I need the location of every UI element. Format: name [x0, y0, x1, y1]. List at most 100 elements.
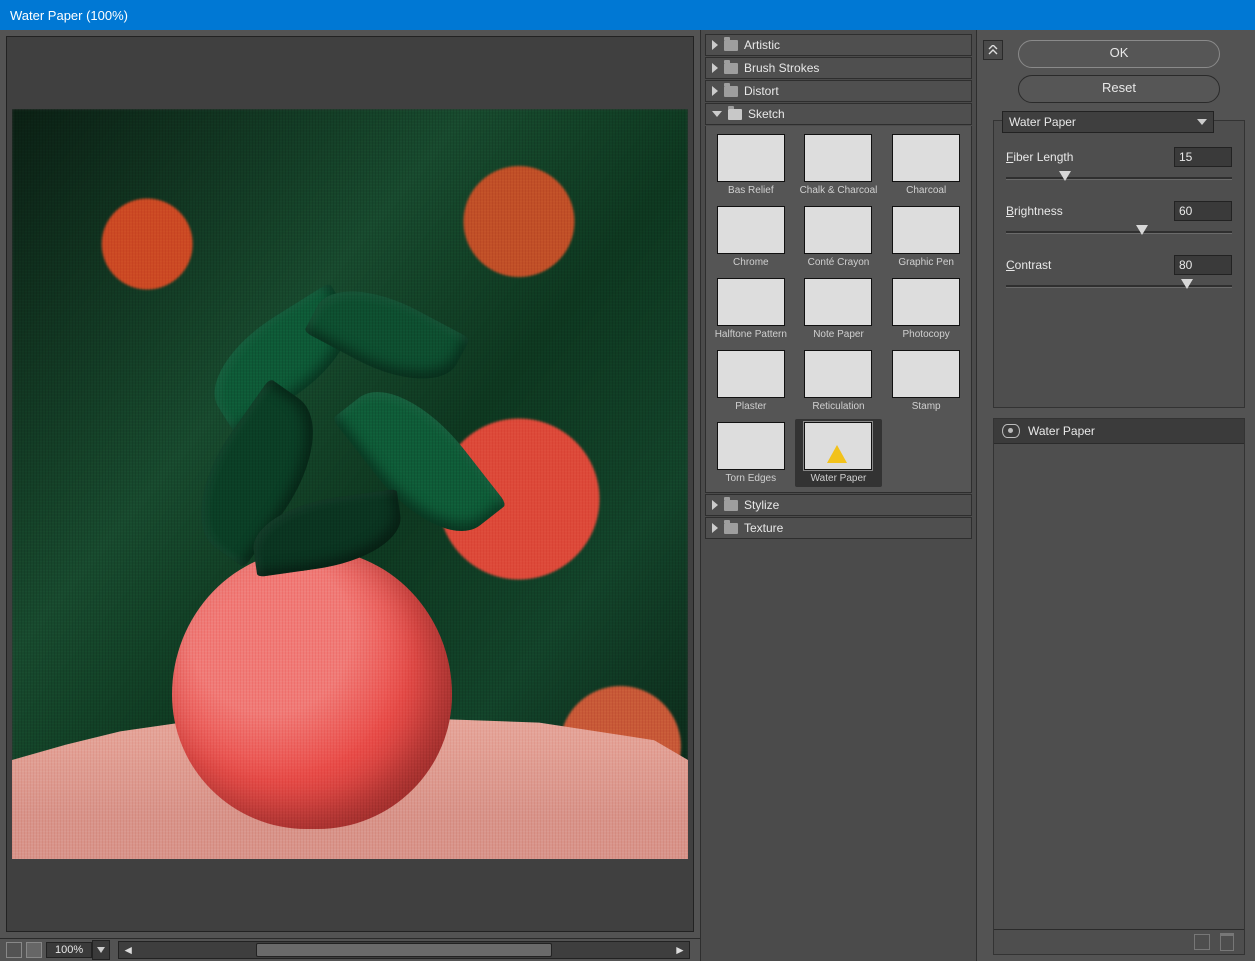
visibility-eye-icon[interactable]: [1002, 424, 1020, 438]
chevron-right-icon: [712, 523, 718, 533]
chevron-right-icon: [712, 40, 718, 50]
scroll-right-icon[interactable]: ►: [671, 943, 689, 957]
zoom-in-button[interactable]: [26, 942, 42, 958]
preview-footer: 100% ◄ ►: [0, 938, 700, 961]
thumb-label: Conté Crayon: [808, 257, 870, 268]
category-distort[interactable]: Distort: [705, 80, 972, 102]
fiber-length-input[interactable]: [1174, 147, 1232, 167]
horizontal-scrollbar[interactable]: ◄ ►: [118, 941, 690, 959]
filter-thumb-chalk-charcoal[interactable]: Chalk & Charcoal: [798, 134, 880, 196]
fiber-length-slider[interactable]: [1006, 171, 1232, 185]
category-sketch-body: Bas Relief Chalk & Charcoal Charcoal Chrome…: [705, 126, 972, 493]
new-effect-layer-button[interactable]: [1194, 934, 1210, 950]
filter-thumb-bas-relief[interactable]: Bas Relief: [710, 134, 792, 196]
thumb-label: Graphic Pen: [898, 257, 954, 268]
thumb-label: Note Paper: [813, 329, 864, 340]
chevron-down-icon: [1197, 119, 1207, 125]
thumb-image: [892, 278, 960, 326]
folder-icon: [724, 523, 738, 534]
thumb-label: Torn Edges: [726, 473, 777, 484]
effect-layer-name: Water Paper: [1028, 424, 1095, 438]
preview-pane: 100% ◄ ►: [0, 30, 701, 961]
filter-select-dropdown[interactable]: Water Paper: [1002, 111, 1214, 133]
filter-thumb-reticulation[interactable]: Reticulation: [798, 350, 880, 412]
category-label: Brush Strokes: [744, 61, 819, 75]
window-body: 100% ◄ ► Artistic: [0, 30, 1255, 961]
scroll-left-icon[interactable]: ◄: [119, 943, 137, 957]
thumb-image: [717, 206, 785, 254]
thumb-label: Reticulation: [812, 401, 864, 412]
category-label: Texture: [744, 521, 783, 535]
thumb-image: [717, 350, 785, 398]
filter-thumb-plaster[interactable]: Plaster: [710, 350, 792, 412]
filter-thumb-conte-crayon[interactable]: Conté Crayon: [798, 206, 880, 268]
category-label: Sketch: [748, 107, 785, 121]
param-label: Contrast: [1006, 258, 1051, 272]
zoom-level[interactable]: 100%: [46, 942, 92, 958]
filter-settings-box: Water Paper Fiber Length Brightne: [993, 120, 1245, 408]
thumb-image: [804, 422, 872, 470]
brightness-input[interactable]: [1174, 201, 1232, 221]
folder-open-icon: [728, 109, 742, 120]
filter-select-value: Water Paper: [1009, 115, 1076, 129]
filter-thumb-chrome[interactable]: Chrome: [710, 206, 792, 268]
ok-button[interactable]: OK: [1018, 40, 1220, 68]
category-stylize[interactable]: Stylize: [705, 494, 972, 516]
filter-thumb-halftone[interactable]: Halftone Pattern: [710, 278, 792, 340]
chevron-down-icon: [712, 111, 722, 117]
top-buttons: OK Reset: [993, 40, 1245, 110]
thumb-image: [804, 206, 872, 254]
effect-layer-row[interactable]: Water Paper: [994, 419, 1244, 444]
filter-thumb-water-paper[interactable]: Water Paper: [795, 419, 883, 487]
filter-thumb-stamp[interactable]: Stamp: [885, 350, 967, 412]
chevron-right-icon: [712, 86, 718, 96]
filter-gallery-pane: Artistic Brush Strokes Distort Sketch Ba…: [701, 30, 977, 961]
thumb-image: [804, 350, 872, 398]
filter-thumb-photocopy[interactable]: Photocopy: [885, 278, 967, 340]
effect-layers-footer: [994, 929, 1244, 954]
thumb-image: [892, 350, 960, 398]
window-title: Water Paper (100%): [10, 8, 128, 23]
category-artistic[interactable]: Artistic: [705, 34, 972, 56]
thumb-image: [717, 422, 785, 470]
category-sketch[interactable]: Sketch: [705, 103, 972, 125]
thumb-image: [717, 134, 785, 182]
folder-icon: [724, 500, 738, 511]
chevron-right-icon: [712, 500, 718, 510]
preview-viewport[interactable]: [6, 36, 694, 932]
param-label: Fiber Length: [1006, 150, 1073, 164]
thumb-label: Chalk & Charcoal: [800, 185, 878, 196]
titlebar[interactable]: Water Paper (100%): [0, 0, 1255, 30]
param-contrast: Contrast: [1006, 255, 1232, 293]
zoom-out-button[interactable]: [6, 942, 22, 958]
thumb-label: Photocopy: [903, 329, 950, 340]
filter-thumb-charcoal[interactable]: Charcoal: [885, 134, 967, 196]
folder-icon: [724, 86, 738, 97]
delete-effect-layer-button[interactable]: [1220, 933, 1234, 951]
param-fiber-length: Fiber Length: [1006, 147, 1232, 185]
sketch-thumb-grid: Bas Relief Chalk & Charcoal Charcoal Chrome…: [710, 134, 967, 484]
zoom-dropdown[interactable]: [92, 940, 110, 960]
filter-thumb-graphic-pen[interactable]: Graphic Pen: [885, 206, 967, 268]
reset-button[interactable]: Reset: [1018, 75, 1220, 103]
thumb-image: [804, 134, 872, 182]
thumb-label: Stamp: [912, 401, 941, 412]
effect-layers-box: Water Paper: [993, 418, 1245, 955]
contrast-slider[interactable]: [1006, 279, 1232, 293]
category-texture[interactable]: Texture: [705, 517, 972, 539]
category-label: Distort: [744, 84, 779, 98]
thumb-label: Halftone Pattern: [715, 329, 787, 340]
category-label: Stylize: [744, 498, 779, 512]
folder-icon: [724, 63, 738, 74]
param-label: Brightness: [1006, 204, 1063, 218]
contrast-input[interactable]: [1174, 255, 1232, 275]
chevron-right-icon: [712, 63, 718, 73]
thumb-label: Water Paper: [811, 473, 867, 484]
brightness-slider[interactable]: [1006, 225, 1232, 239]
param-brightness: Brightness: [1006, 201, 1232, 239]
collapse-gallery-button[interactable]: [983, 40, 1003, 60]
filter-thumb-note-paper[interactable]: Note Paper: [798, 278, 880, 340]
category-brush-strokes[interactable]: Brush Strokes: [705, 57, 972, 79]
thumb-image: [892, 134, 960, 182]
filter-thumb-torn-edges[interactable]: Torn Edges: [710, 422, 792, 484]
